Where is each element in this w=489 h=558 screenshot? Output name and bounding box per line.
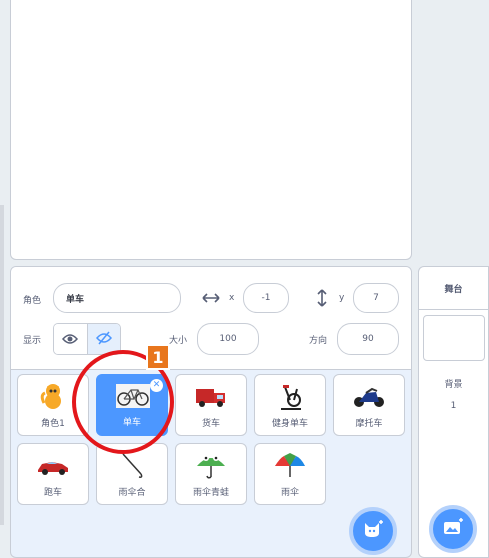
cat-plus-icon <box>362 519 384 543</box>
sprite-label: 货车 <box>201 419 220 429</box>
direction-input[interactable]: 90 <box>337 323 399 355</box>
y-input[interactable]: 7 <box>353 283 399 313</box>
bicycle-icon <box>116 384 150 408</box>
eye-icon <box>62 330 79 349</box>
annotation-badge: 1 <box>146 344 170 370</box>
umbrella-icon <box>271 452 309 480</box>
stage-thumbnail[interactable] <box>423 315 485 361</box>
sprite-label: 角色1 <box>41 419 65 429</box>
sprite-label: 雨伞合 <box>118 488 146 498</box>
sprite-tile[interactable]: 健身单车 <box>254 374 326 436</box>
closed-umbrella-icon <box>113 452 151 480</box>
sprite-tile[interactable]: 雨伞 <box>254 443 326 505</box>
x-input[interactable]: -1 <box>243 283 289 313</box>
backdrop-label: 背景 <box>444 380 463 390</box>
image-plus-icon <box>442 517 464 541</box>
stage-canvas[interactable] <box>10 0 412 260</box>
direction-label: 方向 <box>309 336 328 346</box>
vertical-arrows-icon <box>315 287 329 309</box>
size-input[interactable]: 100 <box>197 323 259 355</box>
sprite-name-input[interactable]: 单车 <box>53 283 181 313</box>
show-label: 显示 <box>23 336 42 346</box>
horizontal-arrows-icon <box>201 289 221 307</box>
cat-icon <box>34 383 72 411</box>
truck-icon <box>192 383 230 411</box>
sprite-label: 跑车 <box>43 488 62 498</box>
left-scroll-edge <box>0 205 4 525</box>
stage-panel-title: 舞台 <box>419 267 488 310</box>
sports-car-icon <box>34 452 72 480</box>
sprite-label: 健身单车 <box>271 419 308 429</box>
sprite-tile-selected[interactable]: ✕ 单车 <box>96 374 168 436</box>
sprite-label: 摩托车 <box>355 419 383 429</box>
x-label: x <box>229 293 235 303</box>
y-label: y <box>339 293 345 303</box>
sprite-label: 雨伞青蛙 <box>192 488 229 498</box>
delete-sprite-button[interactable]: ✕ <box>150 379 163 392</box>
sprite-label: 雨伞 <box>280 488 299 498</box>
sprite-label: 单车 <box>122 418 141 428</box>
choose-sprite-button[interactable] <box>349 507 397 555</box>
visibility-toggle <box>53 323 121 355</box>
choose-backdrop-button[interactable] <box>429 505 477 553</box>
eye-slash-icon <box>95 330 112 349</box>
sprite-info-panel: 角色 单车 x -1 y 7 显示 大小 100 方向 90 <box>11 267 411 370</box>
sprite-tile[interactable]: 摩托车 <box>333 374 405 436</box>
sprite-tile[interactable]: 雨伞合 <box>96 443 168 505</box>
size-label: 大小 <box>169 336 188 346</box>
sprite-pane: 角色 单车 x -1 y 7 显示 大小 100 方向 90 角色1 ✕ 单车 … <box>10 266 412 558</box>
sprite-tile[interactable]: 货车 <box>175 374 247 436</box>
sprite-tile[interactable]: 跑车 <box>17 443 89 505</box>
frog-umbrella-icon <box>192 452 230 480</box>
sprite-tile[interactable]: 雨伞青蛙 <box>175 443 247 505</box>
exercise-bike-icon <box>271 383 309 411</box>
sprite-name-label: 角色 <box>23 296 42 306</box>
motorcycle-icon <box>350 383 388 411</box>
show-button[interactable] <box>54 324 88 354</box>
hide-button[interactable] <box>87 324 120 354</box>
sprite-tile[interactable]: 角色1 <box>17 374 89 436</box>
backdrop-count: 1 <box>450 401 457 411</box>
